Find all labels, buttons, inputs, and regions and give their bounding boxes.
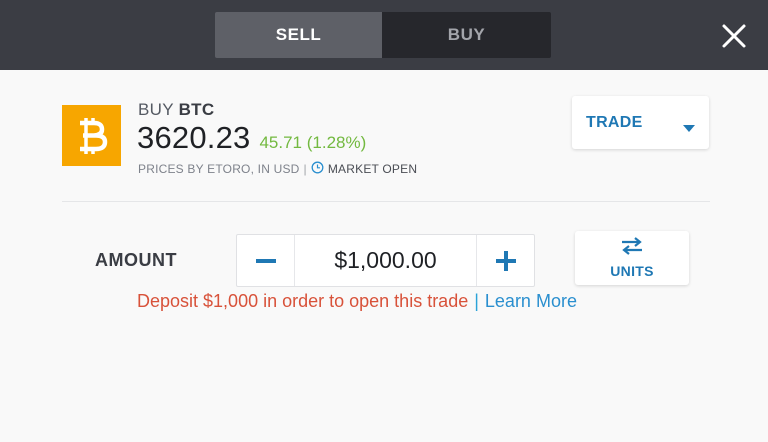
asset-symbol: BTC <box>178 100 215 119</box>
units-label: UNITS <box>610 263 654 279</box>
asset-action: BUY <box>138 100 174 119</box>
top-bar: SELL BUY <box>0 0 768 70</box>
order-type-label: TRADE <box>586 113 643 131</box>
sell-buy-toggle: SELL BUY <box>215 12 551 58</box>
tab-buy[interactable]: BUY <box>382 12 551 58</box>
message-separator: | <box>474 291 479 311</box>
info-separator: | <box>303 162 307 176</box>
bitcoin-icon <box>62 105 121 166</box>
caret-down-icon <box>683 119 695 137</box>
learn-more-link[interactable]: Learn More <box>485 291 577 311</box>
deposit-message: Deposit $1,000 in order to open this tra… <box>137 291 577 312</box>
decrease-amount-button[interactable] <box>237 235 295 286</box>
market-status: MARKET OPEN <box>327 162 418 176</box>
swap-arrows-icon <box>620 237 644 260</box>
increase-amount-button[interactable] <box>476 235 534 286</box>
clock-icon <box>311 161 324 177</box>
asset-title: BUY BTC <box>138 100 214 120</box>
deposit-warning: Deposit $1,000 in order to open this tra… <box>137 291 469 311</box>
amount-input[interactable]: $1,000.00 <box>295 235 476 286</box>
amount-label: AMOUNT <box>95 250 177 270</box>
tab-sell[interactable]: SELL <box>215 12 382 58</box>
close-icon[interactable] <box>718 20 750 52</box>
price-line: 3620.23 45.71 (1.28%) <box>137 120 366 156</box>
asset-price: 3620.23 <box>137 120 251 155</box>
prices-note: PRICES BY ETORO, IN USD <box>138 162 300 176</box>
amount-stepper: $1,000.00 <box>236 234 535 287</box>
units-toggle-button[interactable]: UNITS <box>575 231 689 285</box>
price-info: PRICES BY ETORO, IN USD | MARKET OPEN <box>138 161 417 177</box>
order-type-dropdown[interactable]: TRADE <box>572 96 709 149</box>
price-change: 45.71 (1.28%) <box>259 133 367 152</box>
divider <box>62 201 710 202</box>
